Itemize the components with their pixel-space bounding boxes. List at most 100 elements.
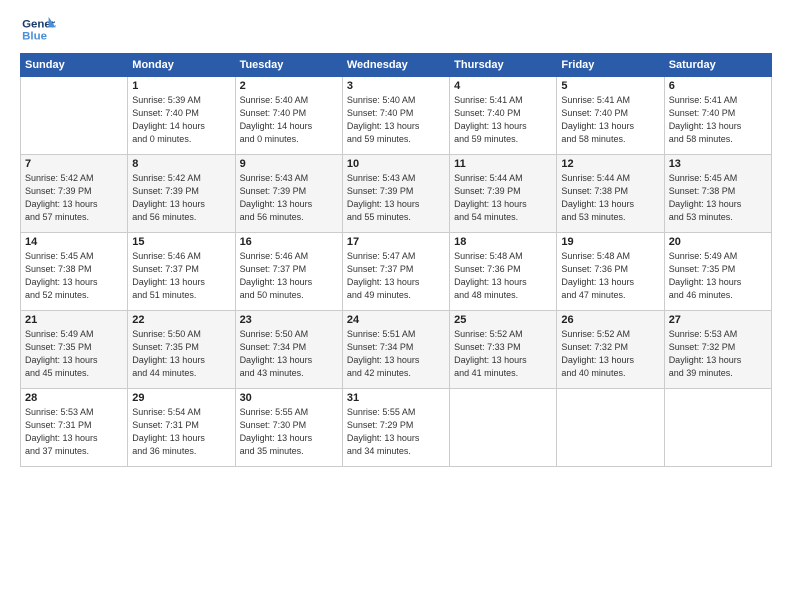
day-info: Sunrise: 5:39 AM Sunset: 7:40 PM Dayligh…	[132, 94, 230, 146]
col-header-wednesday: Wednesday	[342, 54, 449, 77]
day-info: Sunrise: 5:51 AM Sunset: 7:34 PM Dayligh…	[347, 328, 445, 380]
calendar-cell: 19Sunrise: 5:48 AM Sunset: 7:36 PM Dayli…	[557, 233, 664, 311]
day-info: Sunrise: 5:43 AM Sunset: 7:39 PM Dayligh…	[347, 172, 445, 224]
day-info: Sunrise: 5:47 AM Sunset: 7:37 PM Dayligh…	[347, 250, 445, 302]
calendar-cell: 21 Sunrise: 5:49 AM Sunset: 7:35 PM Dayli…	[21, 311, 128, 389]
day-number: 3	[347, 80, 445, 92]
day-number: 4	[454, 80, 552, 92]
day-info: Sunrise: 5:40 AM Sunset: 7:40 PM Dayligh…	[240, 94, 338, 146]
day-number: 17	[347, 236, 445, 248]
col-header-friday: Friday	[557, 54, 664, 77]
day-number: 10	[347, 158, 445, 170]
day-number: 13	[669, 158, 767, 170]
calendar-cell: 23Sunrise: 5:50 AM Sunset: 7:34 PM Dayli…	[235, 311, 342, 389]
day-number: 20	[669, 236, 767, 248]
logo-icon: General Blue	[20, 15, 56, 45]
day-info: Sunrise: 5:52 AM Sunset: 7:32 PM Dayligh…	[561, 328, 659, 380]
day-info: Sunrise: 5:52 AM Sunset: 7:33 PM Dayligh…	[454, 328, 552, 380]
calendar-week-4: 21 Sunrise: 5:49 AM Sunset: 7:35 PM Dayli…	[21, 311, 772, 389]
day-info: Sunrise: 5:46 AM Sunset: 7:37 PM Dayligh…	[132, 250, 230, 302]
calendar-cell: 16 Sunrise: 5:46 AM Sunset: 7:37 PM Dayli…	[235, 233, 342, 311]
calendar-cell: 13 Sunrise: 5:45 AM Sunset: 7:38 PM Dayli…	[664, 155, 771, 233]
calendar-cell: 2Sunrise: 5:40 AM Sunset: 7:40 PM Daylig…	[235, 77, 342, 155]
day-number: 24	[347, 314, 445, 326]
day-info: Sunrise: 5:54 AM Sunset: 7:31 PM Dayligh…	[132, 406, 230, 458]
day-number: 1	[132, 80, 230, 92]
calendar-cell	[450, 389, 557, 467]
day-info: Sunrise: 5:48 AM Sunset: 7:36 PM Dayligh…	[454, 250, 552, 302]
calendar-cell: 31 Sunrise: 5:55 AM Sunset: 7:29 PM Dayli…	[342, 389, 449, 467]
day-info: Sunrise: 5:41 AM Sunset: 7:40 PM Dayligh…	[454, 94, 552, 146]
day-number: 14	[25, 236, 123, 248]
day-info: Sunrise: 5:53 AM Sunset: 7:32 PM Dayligh…	[669, 328, 767, 380]
calendar-table: SundayMondayTuesdayWednesdayThursdayFrid…	[20, 53, 772, 467]
calendar-cell: 18 Sunrise: 5:48 AM Sunset: 7:36 PM Dayli…	[450, 233, 557, 311]
calendar-cell: 22 Sunrise: 5:50 AM Sunset: 7:35 PM Dayli…	[128, 311, 235, 389]
day-info: Sunrise: 5:41 AM Sunset: 7:40 PM Dayligh…	[669, 94, 767, 146]
day-info: Sunrise: 5:50 AM Sunset: 7:34 PM Dayligh…	[240, 328, 338, 380]
day-info: Sunrise: 5:49 AM Sunset: 7:35 PM Dayligh…	[25, 328, 123, 380]
calendar-week-5: 28 Sunrise: 5:53 AM Sunset: 7:31 PM Dayli…	[21, 389, 772, 467]
calendar-cell: 25 Sunrise: 5:52 AM Sunset: 7:33 PM Dayli…	[450, 311, 557, 389]
calendar-week-2: 7Sunrise: 5:42 AM Sunset: 7:39 PM Daylig…	[21, 155, 772, 233]
day-number: 26	[561, 314, 659, 326]
day-number: 18	[454, 236, 552, 248]
day-info: Sunrise: 5:50 AM Sunset: 7:35 PM Dayligh…	[132, 328, 230, 380]
day-number: 28	[25, 392, 123, 404]
calendar-cell	[664, 389, 771, 467]
day-number: 21	[25, 314, 123, 326]
calendar-cell: 6Sunrise: 5:41 AM Sunset: 7:40 PM Daylig…	[664, 77, 771, 155]
calendar-cell	[557, 389, 664, 467]
col-header-saturday: Saturday	[664, 54, 771, 77]
calendar-cell: 17 Sunrise: 5:47 AM Sunset: 7:37 PM Dayli…	[342, 233, 449, 311]
day-info: Sunrise: 5:46 AM Sunset: 7:37 PM Dayligh…	[240, 250, 338, 302]
day-number: 19	[561, 236, 659, 248]
calendar-cell: 11Sunrise: 5:44 AM Sunset: 7:39 PM Dayli…	[450, 155, 557, 233]
calendar-cell: 8 Sunrise: 5:42 AM Sunset: 7:39 PM Daylig…	[128, 155, 235, 233]
calendar-cell: 26 Sunrise: 5:52 AM Sunset: 7:32 PM Dayli…	[557, 311, 664, 389]
calendar-week-1: 1 Sunrise: 5:39 AM Sunset: 7:40 PM Daylig…	[21, 77, 772, 155]
calendar-cell: 9Sunrise: 5:43 AM Sunset: 7:39 PM Daylig…	[235, 155, 342, 233]
day-number: 22	[132, 314, 230, 326]
day-info: Sunrise: 5:45 AM Sunset: 7:38 PM Dayligh…	[25, 250, 123, 302]
col-header-thursday: Thursday	[450, 54, 557, 77]
day-info: Sunrise: 5:42 AM Sunset: 7:39 PM Dayligh…	[132, 172, 230, 224]
calendar-cell: 4 Sunrise: 5:41 AM Sunset: 7:40 PM Daylig…	[450, 77, 557, 155]
calendar-week-3: 14 Sunrise: 5:45 AM Sunset: 7:38 PM Dayli…	[21, 233, 772, 311]
calendar-cell: 15 Sunrise: 5:46 AM Sunset: 7:37 PM Dayli…	[128, 233, 235, 311]
col-header-monday: Monday	[128, 54, 235, 77]
calendar-cell	[21, 77, 128, 155]
day-info: Sunrise: 5:40 AM Sunset: 7:40 PM Dayligh…	[347, 94, 445, 146]
day-info: Sunrise: 5:44 AM Sunset: 7:38 PM Dayligh…	[561, 172, 659, 224]
calendar-cell: 3 Sunrise: 5:40 AM Sunset: 7:40 PM Daylig…	[342, 77, 449, 155]
calendar-cell: 5 Sunrise: 5:41 AM Sunset: 7:40 PM Daylig…	[557, 77, 664, 155]
calendar-cell: 14 Sunrise: 5:45 AM Sunset: 7:38 PM Dayli…	[21, 233, 128, 311]
day-number: 5	[561, 80, 659, 92]
calendar-header-row: SundayMondayTuesdayWednesdayThursdayFrid…	[21, 54, 772, 77]
day-number: 31	[347, 392, 445, 404]
day-info: Sunrise: 5:55 AM Sunset: 7:29 PM Dayligh…	[347, 406, 445, 458]
day-info: Sunrise: 5:42 AM Sunset: 7:39 PM Dayligh…	[25, 172, 123, 224]
day-info: Sunrise: 5:53 AM Sunset: 7:31 PM Dayligh…	[25, 406, 123, 458]
day-number: 25	[454, 314, 552, 326]
day-info: Sunrise: 5:43 AM Sunset: 7:39 PM Dayligh…	[240, 172, 338, 224]
col-header-tuesday: Tuesday	[235, 54, 342, 77]
day-number: 30	[240, 392, 338, 404]
header: General Blue	[20, 15, 772, 45]
calendar-cell: 30 Sunrise: 5:55 AM Sunset: 7:30 PM Dayli…	[235, 389, 342, 467]
calendar-cell: 27Sunrise: 5:53 AM Sunset: 7:32 PM Dayli…	[664, 311, 771, 389]
day-number: 11	[454, 158, 552, 170]
day-info: Sunrise: 5:41 AM Sunset: 7:40 PM Dayligh…	[561, 94, 659, 146]
day-number: 12	[561, 158, 659, 170]
calendar-cell: 7Sunrise: 5:42 AM Sunset: 7:39 PM Daylig…	[21, 155, 128, 233]
day-number: 16	[240, 236, 338, 248]
day-number: 8	[132, 158, 230, 170]
day-number: 15	[132, 236, 230, 248]
day-info: Sunrise: 5:49 AM Sunset: 7:35 PM Dayligh…	[669, 250, 767, 302]
day-number: 29	[132, 392, 230, 404]
page: General Blue SundayMondayTuesdayWednesda…	[0, 0, 792, 612]
day-info: Sunrise: 5:45 AM Sunset: 7:38 PM Dayligh…	[669, 172, 767, 224]
calendar-cell: 29 Sunrise: 5:54 AM Sunset: 7:31 PM Dayli…	[128, 389, 235, 467]
day-info: Sunrise: 5:55 AM Sunset: 7:30 PM Dayligh…	[240, 406, 338, 458]
calendar-cell: 20 Sunrise: 5:49 AM Sunset: 7:35 PM Dayli…	[664, 233, 771, 311]
